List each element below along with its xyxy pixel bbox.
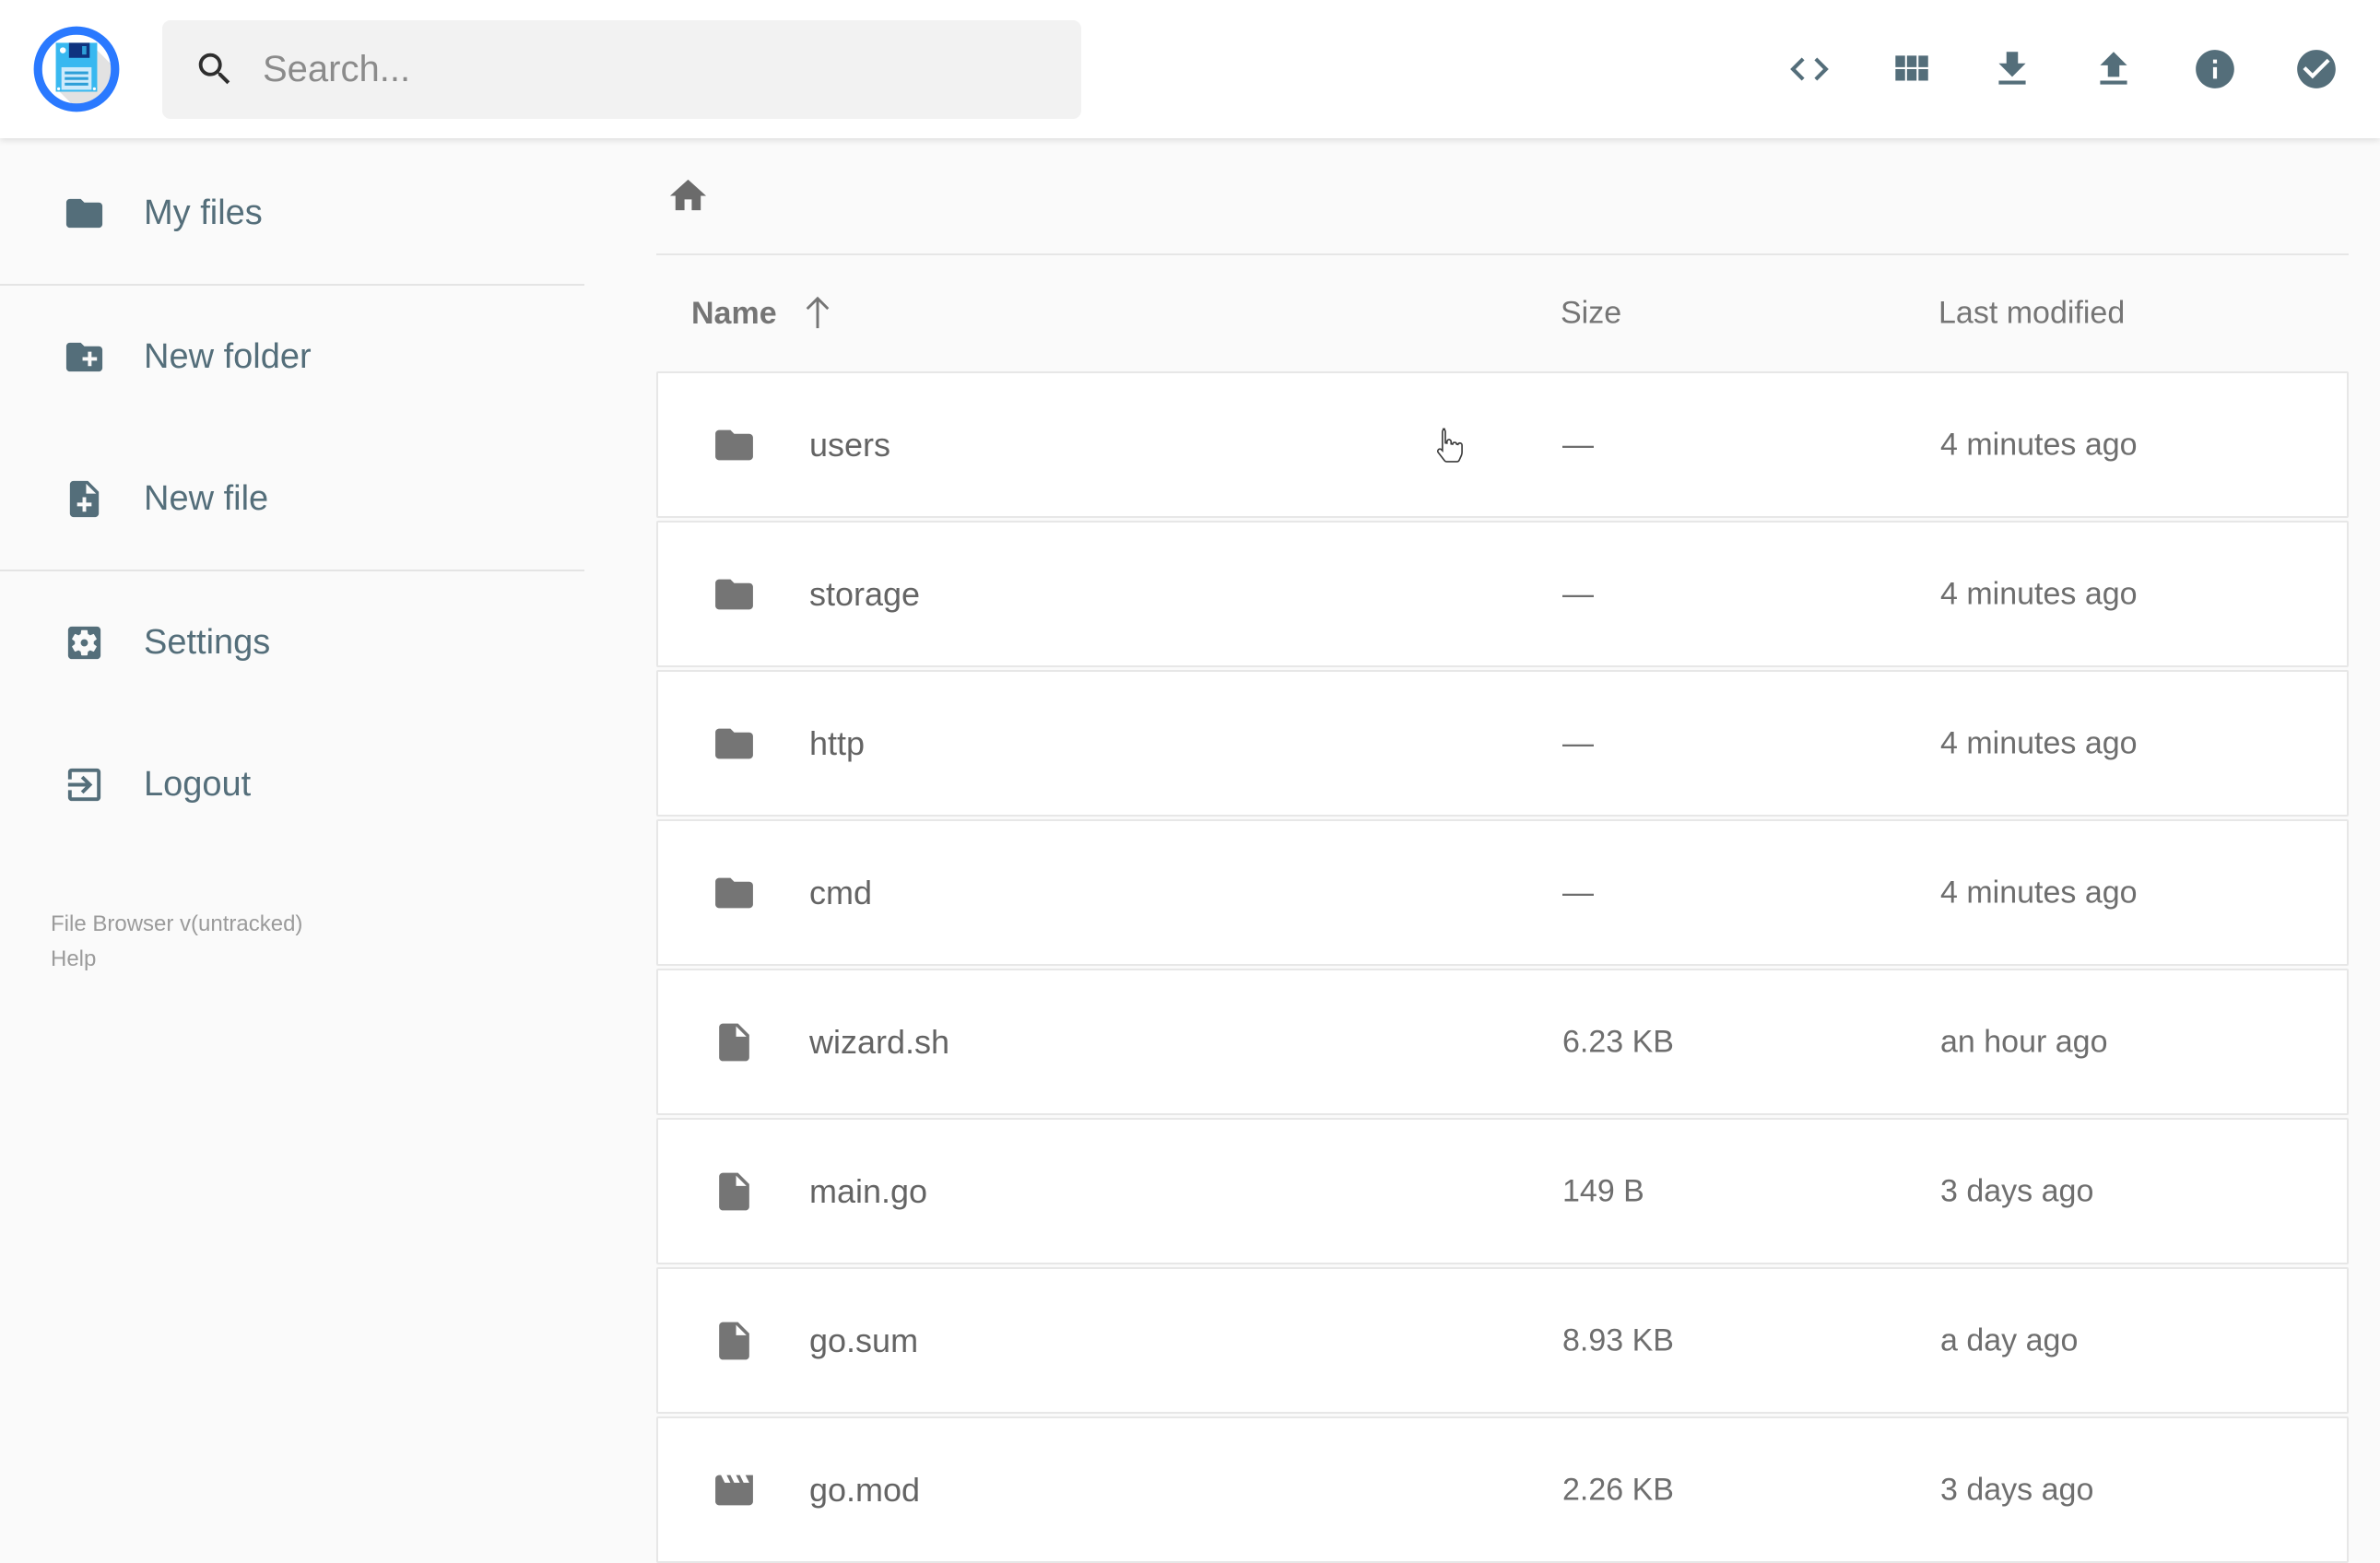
- folder-icon: [715, 429, 753, 460]
- file-row[interactable]: go.mod 2.26 KB 3 days ago: [656, 1416, 2349, 1563]
- column-header-modified[interactable]: Last modified: [1938, 296, 2125, 332]
- sidebar-item-label: New folder: [144, 336, 312, 376]
- file-row[interactable]: main.go 149 B 3 days ago: [656, 1118, 2349, 1264]
- sort-arrow-up-icon: [806, 296, 829, 329]
- column-header-name[interactable]: Name: [691, 294, 836, 333]
- file-size: —: [1562, 875, 1594, 910]
- home-breadcrumb-button[interactable]: [666, 174, 710, 217]
- file-size: 2.26 KB: [1562, 1472, 1674, 1507]
- sidebar-item-new-file[interactable]: New file: [0, 428, 584, 570]
- folder-icon: [715, 877, 753, 908]
- upload-button[interactable]: [2091, 46, 2137, 92]
- file-icon: [719, 1172, 749, 1210]
- file-icon: [719, 1023, 749, 1061]
- file-row[interactable]: http — 4 minutes ago: [656, 670, 2349, 817]
- file-modified: 4 minutes ago: [1940, 427, 2138, 462]
- sidebar-footer: File Browser v(untracked) Help: [51, 907, 584, 977]
- floppy-disk-logo-icon: [33, 26, 120, 112]
- sidebar-item-label: Settings: [144, 622, 271, 662]
- file-name: go.mod: [809, 1470, 921, 1509]
- search-bar[interactable]: [162, 19, 1081, 119]
- file-name: users: [809, 425, 891, 464]
- file-row[interactable]: wizard.sh 6.23 KB an hour ago: [656, 969, 2349, 1115]
- code-icon: [1790, 57, 1829, 81]
- file-name: go.sum: [809, 1321, 919, 1359]
- file-size: —: [1562, 576, 1594, 611]
- file-size: 6.23 KB: [1562, 1024, 1674, 1059]
- search-input[interactable]: [261, 47, 1020, 91]
- file-modified: 4 minutes ago: [1940, 576, 2138, 611]
- app-logo[interactable]: [29, 22, 124, 116]
- file-list: users — 4 minutes ago storage — 4 minute…: [656, 371, 2349, 1563]
- info-icon: [2196, 50, 2234, 88]
- logout-icon: [67, 768, 101, 801]
- select-check-icon: [2297, 50, 2336, 88]
- info-button[interactable]: [2192, 46, 2238, 92]
- file-row[interactable]: storage — 4 minutes ago: [656, 521, 2349, 667]
- file-size: —: [1562, 427, 1594, 462]
- file-modified: 3 days ago: [1940, 1472, 2094, 1507]
- new-file-icon: [69, 480, 100, 517]
- sidebar: My files New folder New file Settings Lo…: [0, 138, 584, 1530]
- help-link[interactable]: Help: [51, 942, 96, 977]
- search-icon: [194, 48, 236, 90]
- home-icon: [669, 179, 707, 211]
- select-multiple-button[interactable]: [2293, 46, 2339, 92]
- sidebar-item-logout[interactable]: Logout: [0, 713, 584, 855]
- file-name: main.go: [809, 1171, 928, 1210]
- sidebar-item-label: Logout: [144, 764, 252, 804]
- settings-icon: [67, 626, 101, 659]
- sidebar-item-new-folder[interactable]: New folder: [0, 286, 584, 428]
- file-modified: an hour ago: [1940, 1024, 2108, 1059]
- grid-view-icon: [1895, 55, 1928, 81]
- file-row[interactable]: cmd — 4 minutes ago: [656, 819, 2349, 966]
- new-folder-icon: [65, 342, 103, 371]
- header-actions: [1786, 46, 2339, 92]
- upload-icon: [2100, 52, 2127, 85]
- file-size: —: [1562, 725, 1594, 760]
- movie-file-icon: [715, 1475, 753, 1505]
- listing-header: Name Size Last modified: [656, 255, 2349, 371]
- file-row[interactable]: users — 4 minutes ago: [656, 371, 2349, 518]
- download-icon: [1998, 52, 2026, 85]
- file-name: wizard.sh: [809, 1022, 950, 1061]
- file-modified: a day ago: [1940, 1322, 2079, 1357]
- file-modified: 3 days ago: [1940, 1173, 2094, 1208]
- file-size: 8.93 KB: [1562, 1322, 1674, 1357]
- folder-icon: [715, 579, 753, 609]
- sidebar-item-my-files[interactable]: My files: [0, 142, 584, 284]
- folder-icon: [65, 198, 103, 228]
- file-modified: 4 minutes ago: [1940, 725, 2138, 760]
- file-icon: [719, 1322, 749, 1359]
- code-view-button[interactable]: [1786, 46, 1832, 92]
- download-button[interactable]: [1989, 46, 2035, 92]
- file-name: cmd: [809, 873, 873, 911]
- file-name: storage: [809, 574, 921, 613]
- file-row[interactable]: go.sum 8.93 KB a day ago: [656, 1267, 2349, 1414]
- sidebar-item-label: New file: [144, 478, 269, 518]
- sidebar-item-settings[interactable]: Settings: [0, 571, 584, 713]
- grid-view-button[interactable]: [1888, 46, 1934, 92]
- file-listing-area: Name Size Last modified users — 4 minute…: [584, 138, 2380, 1563]
- folder-icon: [715, 728, 753, 758]
- file-name: http: [809, 723, 866, 762]
- column-header-size[interactable]: Size: [1561, 296, 1621, 332]
- file-modified: 4 minutes ago: [1940, 875, 2138, 910]
- top-bar: [0, 0, 2380, 138]
- file-size: 149 B: [1562, 1173, 1644, 1208]
- breadcrumb: [656, 138, 2349, 255]
- app-version-text: File Browser v(untracked): [51, 911, 303, 936]
- sidebar-item-label: My files: [144, 193, 263, 232]
